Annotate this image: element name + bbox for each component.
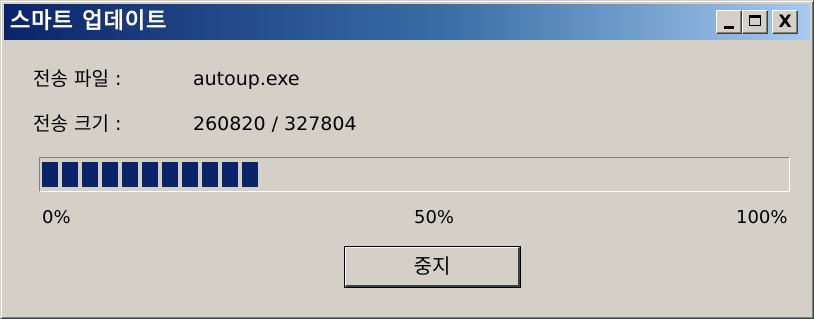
- progress-block: [142, 162, 158, 187]
- progress-block: [182, 162, 198, 187]
- maximize-icon: [749, 15, 761, 26]
- progress-block: [62, 162, 78, 187]
- minimize-button[interactable]: [716, 10, 742, 34]
- progress-tick-50: 50%: [414, 207, 455, 228]
- close-button[interactable]: X: [772, 10, 798, 34]
- progress-block: [102, 162, 118, 187]
- title-bar[interactable]: 스마트 업데이트 X: [4, 4, 810, 40]
- size-label: 전송 크기 :: [33, 113, 122, 135]
- progress-block: [82, 162, 98, 187]
- progress-block: [202, 162, 218, 187]
- progress-block: [122, 162, 138, 187]
- progress-block: [242, 162, 258, 187]
- progress-tick-100: 100%: [736, 207, 788, 228]
- maximize-button[interactable]: [742, 10, 768, 34]
- minimize-icon: [724, 26, 734, 29]
- progress-bar: [39, 157, 790, 192]
- file-value: autoup.exe: [193, 68, 300, 90]
- size-value: 260820 / 327804: [193, 113, 357, 135]
- file-label: 전송 파일 :: [33, 68, 122, 90]
- progress-tick-0: 0%: [42, 207, 71, 228]
- window-title: 스마트 업데이트: [10, 9, 168, 34]
- close-icon: X: [778, 12, 792, 32]
- progress-block: [222, 162, 238, 187]
- progress-block: [162, 162, 178, 187]
- update-dialog: 스마트 업데이트 X 전송 파일 : autoup.exe 전송 크기 : 26…: [0, 0, 814, 319]
- stop-button[interactable]: 중지: [344, 246, 521, 288]
- progress-block: [42, 162, 58, 187]
- progress-track: [42, 162, 787, 187]
